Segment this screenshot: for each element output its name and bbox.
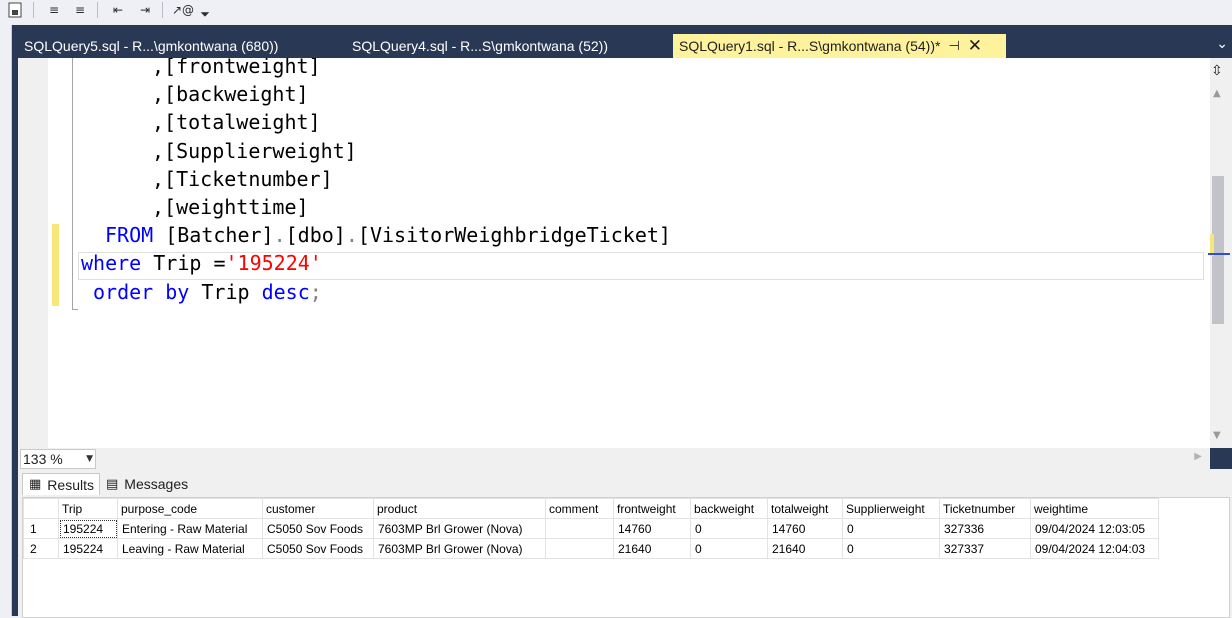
table-cell[interactable]: 195224 — [58, 538, 118, 559]
toolbar-separator — [33, 2, 34, 18]
database-icon[interactable] — [6, 0, 24, 20]
grid-icon: ▦ — [29, 477, 42, 492]
table-cell[interactable]: 195224 — [58, 518, 118, 539]
document-tabs: SQLQuery5.sql - R...\gmkontwana (680)) S… — [18, 34, 1232, 58]
column-header[interactable]: comment — [545, 498, 614, 519]
tab-messages-label: Messages — [124, 476, 189, 492]
column-header[interactable]: customer — [262, 498, 374, 519]
code-line: ,[frontweight] — [152, 58, 321, 78]
table-cell[interactable]: 327336 — [939, 518, 1031, 539]
table-cell[interactable]: 7603MP Brl Grower (Nova) — [373, 518, 546, 539]
scroll-right-icon[interactable]: ▶ — [1194, 451, 1202, 462]
toolbar-options-icon[interactable]: ⏷ — [198, 4, 212, 24]
tab-label: SQLQuery4.sql - R...S\gmkontwana (52)) — [352, 38, 608, 54]
code-line: FROM [Batcher].[dbo].[VisitorWeighbridge… — [105, 223, 671, 247]
scroll-up-icon[interactable]: ▲ — [1213, 88, 1221, 99]
results-grid[interactable]: Trip purpose_code customer product comme… — [22, 497, 1230, 618]
table-cell[interactable]: Entering - Raw Material — [117, 518, 263, 539]
code-line: ,[totalweight] — [152, 110, 321, 134]
column-header[interactable]: weightime — [1030, 498, 1159, 519]
increase-indent-icon[interactable]: ⇥ — [135, 0, 155, 20]
code-line: ,[weighttime] — [152, 195, 309, 219]
outline-fold-line — [72, 58, 73, 310]
row-number[interactable]: 1 — [23, 518, 59, 539]
table-cell[interactable] — [545, 538, 614, 559]
column-header[interactable]: product — [373, 498, 546, 519]
column-header[interactable]: purpose_code — [117, 498, 263, 519]
chevron-down-icon[interactable]: ▼ — [86, 450, 93, 468]
editor-horizontal-bar: 133 % ▼ ▶ — [18, 448, 1210, 469]
column-header[interactable]: backweight — [690, 498, 768, 519]
tab-overflow-icon[interactable]: ⌄ — [1216, 36, 1228, 52]
tab-sqlquery1[interactable]: SQLQuery1.sql - R...S\gmkontwana (54))* … — [673, 34, 1006, 58]
column-header[interactable]: Trip — [58, 498, 118, 519]
line-gutter — [18, 58, 48, 448]
table-cell[interactable]: 0 — [690, 538, 768, 559]
tab-sqlquery5[interactable]: SQLQuery5.sql - R...\gmkontwana (680)) — [24, 34, 278, 58]
tab-messages[interactable]: ▤ Messages — [106, 473, 188, 495]
toolbar-separator — [162, 2, 163, 18]
table-cell[interactable]: 09/04/2024 12:04:03 — [1030, 538, 1159, 559]
table-cell[interactable]: 0 — [690, 518, 768, 539]
table-cell[interactable]: 21640 — [613, 538, 691, 559]
zoom-select[interactable]: 133 % ▼ — [20, 449, 96, 469]
column-header[interactable]: totalweight — [767, 498, 843, 519]
zoom-value: 133 % — [23, 451, 63, 467]
tab-label: SQLQuery5.sql - R...\gmkontwana (680)) — [24, 38, 279, 54]
outline-fold-end — [72, 309, 78, 310]
close-icon[interactable]: ✕ — [968, 36, 982, 56]
row-number[interactable]: 2 — [23, 538, 59, 559]
table-row[interactable]: 1 195224 Entering - Raw Material C5050 S… — [23, 518, 1159, 539]
table-cell[interactable]: 21640 — [767, 538, 843, 559]
table-cell[interactable]: C5050 Sov Foods — [262, 538, 374, 559]
table-row[interactable]: 2 195224 Leaving - Raw Material C5050 So… — [23, 538, 1159, 559]
code-line: ,[backweight] — [152, 82, 309, 106]
table-cell[interactable] — [545, 518, 614, 539]
side-panel-edge — [0, 25, 12, 616]
tab-label: SQLQuery1.sql - R...S\gmkontwana (54))* — [679, 38, 941, 54]
uncomment-lines-icon[interactable]: ≡ — [70, 0, 90, 20]
change-tracking-bar — [52, 224, 59, 306]
results-pane: ▦ Results ▤ Messages Trip purpose_code c… — [18, 469, 1232, 618]
table-cell[interactable]: 0 — [842, 538, 940, 559]
specify-template-values-icon[interactable]: ↗@ — [172, 0, 194, 20]
code-line: ,[Ticketnumber] — [152, 167, 333, 191]
pin-icon[interactable]: ⊣ — [948, 39, 959, 54]
decrease-indent-icon[interactable]: ⇤ — [108, 0, 128, 20]
tab-results[interactable]: ▦ Results — [22, 473, 100, 495]
scroll-caret-marker — [1208, 253, 1230, 255]
query-editor[interactable]: ,[frontweight] ,[backweight] ,[totalweig… — [18, 58, 1232, 448]
row-header-corner[interactable] — [23, 498, 59, 519]
table-cell[interactable]: 7603MP Brl Grower (Nova) — [373, 538, 546, 559]
column-header[interactable]: Ticketnumber — [939, 498, 1031, 519]
table-cell[interactable]: Leaving - Raw Material — [117, 538, 263, 559]
results-table: Trip purpose_code customer product comme… — [23, 498, 1159, 559]
table-cell[interactable]: 14760 — [767, 518, 843, 539]
messages-icon: ▤ — [106, 476, 119, 492]
table-cell[interactable]: 09/04/2024 12:03:05 — [1030, 518, 1159, 539]
column-header[interactable]: frontweight — [613, 498, 691, 519]
table-cell[interactable]: 327337 — [939, 538, 1031, 559]
toolbar-separator — [97, 2, 98, 18]
code-line: ,[Supplierweight] — [152, 139, 357, 163]
column-header[interactable]: Supplierweight — [842, 498, 940, 519]
table-cell[interactable]: 14760 — [613, 518, 691, 539]
tab-results-label: Results — [47, 476, 94, 493]
table-header-row: Trip purpose_code customer product comme… — [23, 498, 1159, 519]
table-cell[interactable]: C5050 Sov Foods — [262, 518, 374, 539]
code-line: where Trip ='195224' — [81, 251, 322, 275]
tab-sqlquery4[interactable]: SQLQuery4.sql - R...S\gmkontwana (52)) — [352, 34, 608, 58]
toolbar: ≡ ≡ ⇤ ⇥ ↗@ ⏷ — [0, 0, 1232, 26]
split-window-icon[interactable]: ⇳ — [1211, 63, 1223, 79]
table-cell[interactable]: 0 — [842, 518, 940, 539]
comment-lines-icon[interactable]: ≡ — [44, 0, 64, 20]
scroll-down-icon[interactable]: ▼ — [1213, 430, 1221, 441]
code-line: order by Trip desc; — [93, 280, 322, 304]
